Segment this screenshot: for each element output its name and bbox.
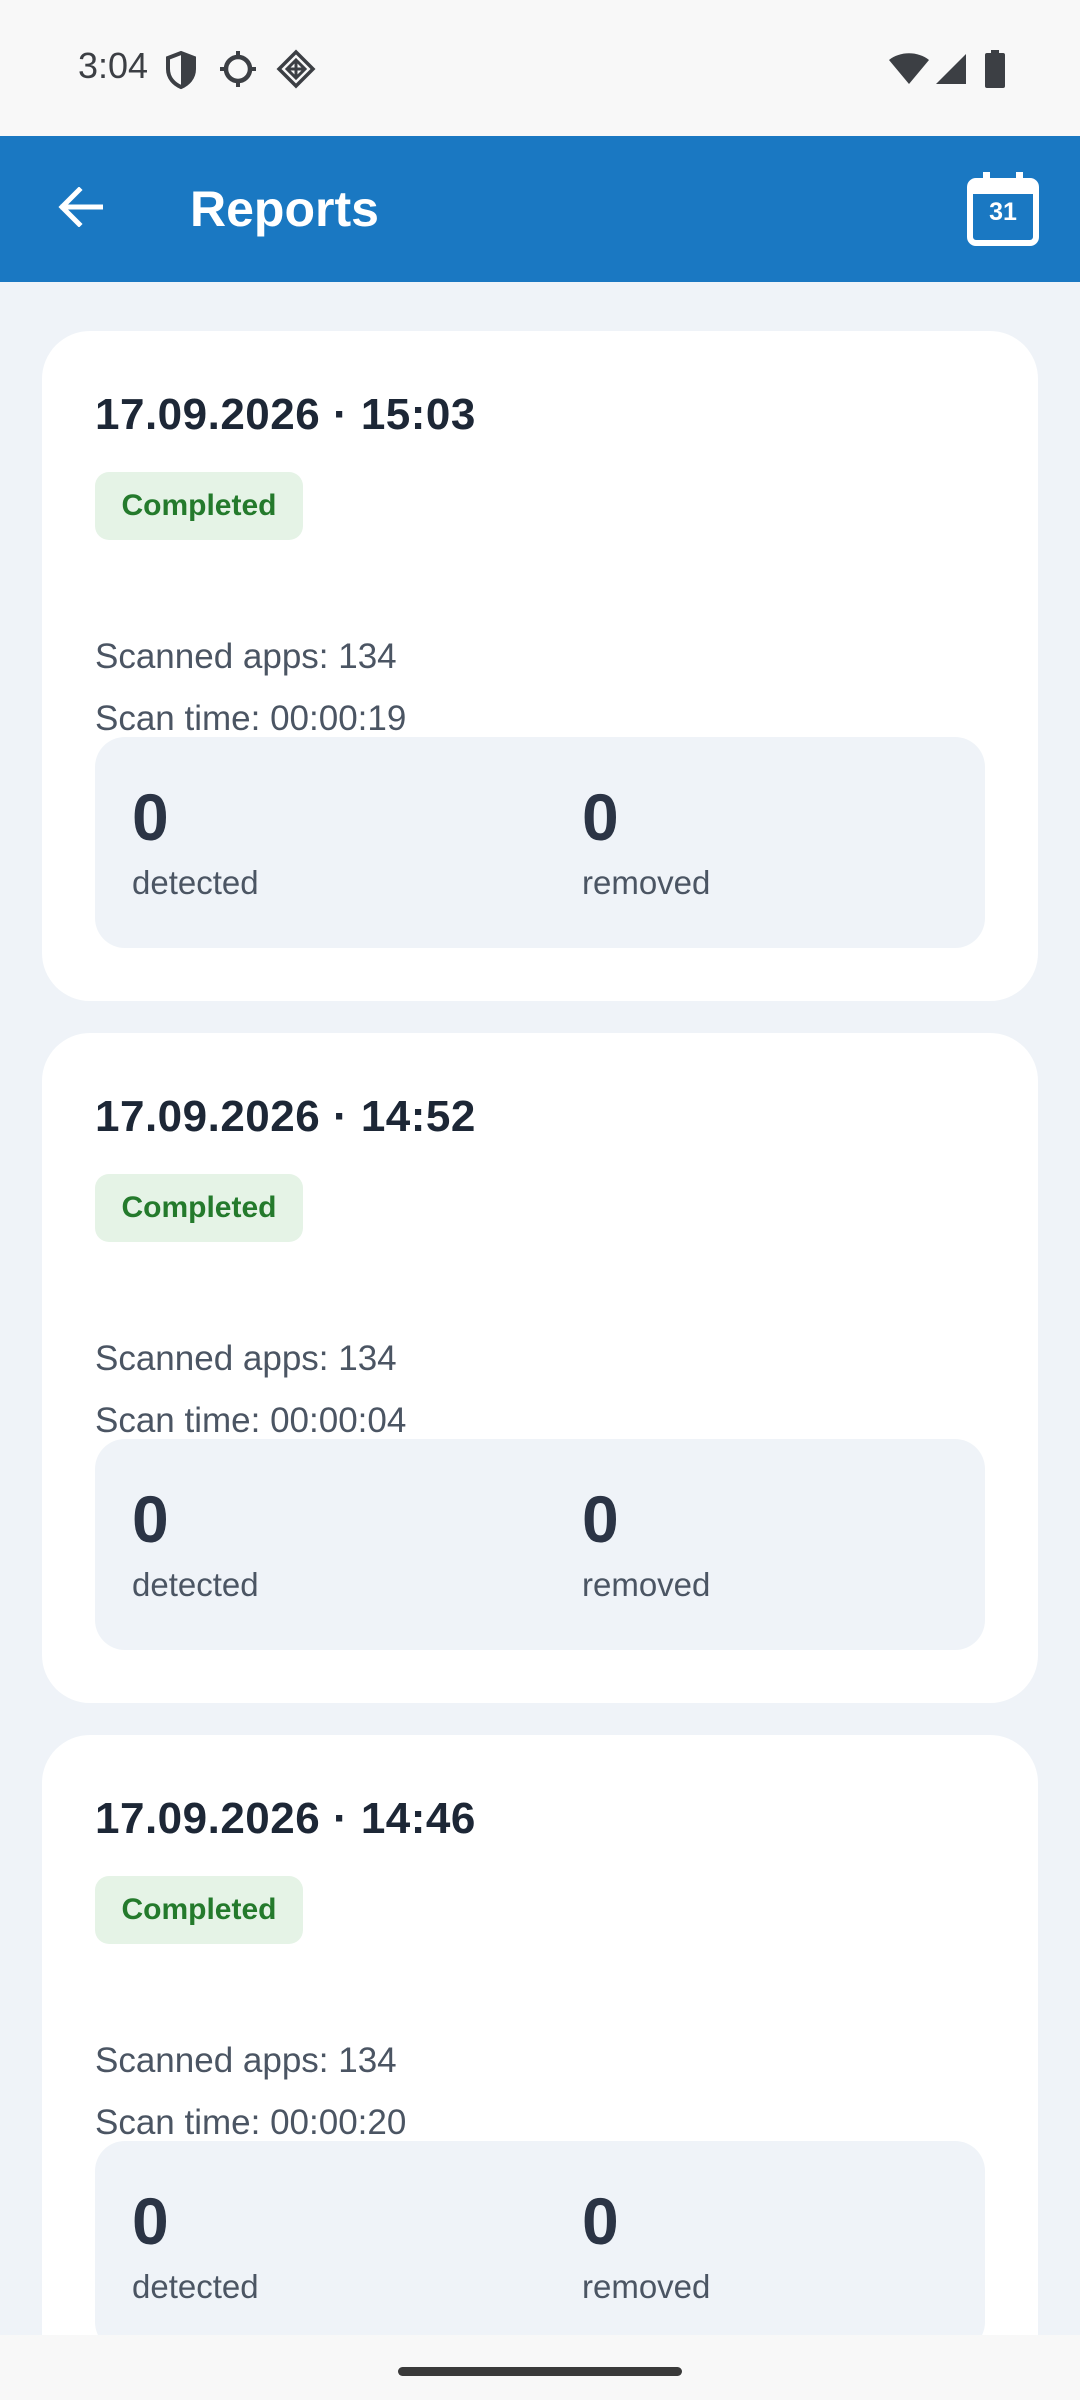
home-gesture-handle[interactable] <box>398 2367 682 2376</box>
stats-box: 0 detected 0 removed <box>95 737 985 948</box>
navigation-bar <box>0 2335 1080 2400</box>
wifi-icon <box>888 52 930 86</box>
detected-label: detected <box>132 2268 259 2305</box>
removed-label: removed <box>582 2268 711 2305</box>
detected-count: 0 <box>132 2184 169 2258</box>
arrow-back-icon <box>57 185 104 232</box>
scan-time-text: Scan time: 00:00:04 <box>95 1401 407 1440</box>
stats-box: 0 detected 0 removed <box>95 1439 985 1650</box>
report-card[interactable]: 17.09.2026 · 14:46 Completed Scanned app… <box>42 1735 1038 2335</box>
report-date: 17.09.2026 · 14:52 <box>95 1092 476 1141</box>
scan-time-text: Scan time: 00:00:20 <box>95 2103 407 2142</box>
report-list[interactable]: 17.09.2026 · 15:03 Completed Scanned app… <box>0 282 1080 2335</box>
scan-time-text: Scan time: 00:00:19 <box>95 699 407 738</box>
status-time: 3:04 <box>78 45 149 86</box>
diamond-grid-icon <box>276 49 316 89</box>
status-badge: Completed <box>95 1174 303 1242</box>
shield-icon <box>164 50 198 90</box>
circle-sync-icon <box>218 49 258 89</box>
detected-label: detected <box>132 1566 259 1603</box>
app-bar: Reports 31 <box>0 136 1080 282</box>
report-date: 17.09.2026 · 14:46 <box>95 1794 476 1843</box>
removed-count: 0 <box>582 780 619 854</box>
calendar-button[interactable]: 31 <box>966 172 1040 246</box>
stats-box: 0 detected 0 removed <box>95 2141 985 2335</box>
calendar-day: 31 <box>989 198 1017 226</box>
status-badge: Completed <box>95 472 303 540</box>
report-card[interactable]: 17.09.2026 · 14:52 Completed Scanned app… <box>42 1033 1038 1703</box>
removed-count: 0 <box>582 2184 619 2258</box>
removed-label: removed <box>582 1566 711 1603</box>
scanned-apps-text: Scanned apps: 134 <box>95 1339 397 1378</box>
cell-signal-icon <box>934 52 968 86</box>
removed-count: 0 <box>582 1482 619 1556</box>
status-bar: 3:04 <box>0 0 1080 136</box>
scanned-apps-text: Scanned apps: 134 <box>95 637 397 676</box>
back-button[interactable] <box>32 161 128 257</box>
battery-icon <box>985 50 1005 88</box>
report-card[interactable]: 17.09.2026 · 15:03 Completed Scanned app… <box>42 331 1038 1001</box>
detected-label: detected <box>132 864 259 901</box>
removed-label: removed <box>582 864 711 901</box>
detected-count: 0 <box>132 1482 169 1556</box>
page-title: Reports <box>190 181 379 237</box>
detected-count: 0 <box>132 780 169 854</box>
scanned-apps-text: Scanned apps: 134 <box>95 2041 397 2080</box>
status-badge: Completed <box>95 1876 303 1944</box>
report-date: 17.09.2026 · 15:03 <box>95 390 476 439</box>
